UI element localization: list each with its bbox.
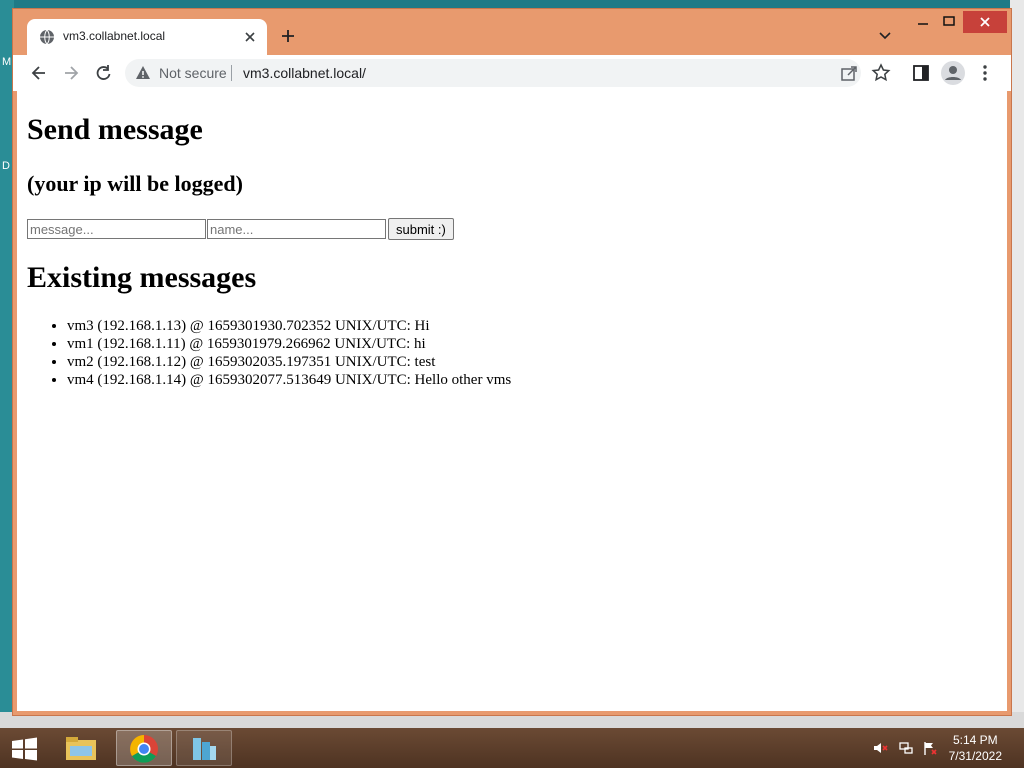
- back-arrow-icon[interactable]: [29, 63, 49, 83]
- forward-arrow-icon[interactable]: [61, 63, 81, 83]
- file-explorer-taskbar-button[interactable]: [54, 730, 110, 766]
- list-item: vm3 (192.168.1.13) @ 1659301930.702352 U…: [67, 317, 511, 335]
- file-explorer-icon: [66, 737, 96, 760]
- message-form: submit :): [27, 218, 454, 240]
- windows-start-icon[interactable]: [8, 736, 40, 762]
- action-center-flag-icon[interactable]: [922, 740, 938, 756]
- messages-heading: Existing messages: [27, 261, 257, 294]
- desktop-background-right: [1010, 0, 1024, 728]
- browser-window: vm3.collabnet.local Not secure vm3.colla…: [12, 8, 1012, 716]
- list-item: vm4 (192.168.1.14) @ 1659302077.513649 U…: [67, 371, 511, 389]
- tab-title: vm3.collabnet.local: [63, 29, 166, 43]
- desktop-icon-label-m[interactable]: M: [2, 56, 11, 68]
- address-bar[interactable]: Not secure vm3.collabnet.local/: [125, 59, 861, 87]
- share-icon[interactable]: [839, 63, 859, 83]
- title-bar[interactable]: vm3.collabnet.local: [13, 9, 1011, 55]
- speaker-muted-icon[interactable]: [872, 740, 888, 756]
- clock-date: 7/31/2022: [948, 749, 1002, 763]
- desktop-icon-label-d[interactable]: D: [2, 160, 10, 172]
- submit-button[interactable]: submit :): [388, 218, 454, 240]
- network-icon[interactable]: [898, 740, 914, 756]
- messages-list: vm3 (192.168.1.13) @ 1659301930.702352 U…: [27, 317, 511, 389]
- name-input[interactable]: [207, 219, 386, 239]
- globe-icon: [40, 29, 54, 45]
- plus-icon[interactable]: [279, 27, 297, 45]
- omnibox-divider: [231, 65, 232, 81]
- page-subtitle: (your ip will be logged): [27, 171, 243, 196]
- list-item: vm1 (192.168.1.11) @ 1659301979.266962 U…: [67, 335, 511, 353]
- browser-tab[interactable]: vm3.collabnet.local: [27, 19, 267, 55]
- star-icon[interactable]: [871, 63, 891, 83]
- taskbar: 5:14 PM 7/31/2022: [0, 728, 1024, 768]
- system-clock[interactable]: 5:14 PM 7/31/2022: [949, 732, 1002, 764]
- close-icon[interactable]: [241, 28, 259, 46]
- sidepanel-icon[interactable]: [911, 63, 931, 83]
- reload-icon[interactable]: [93, 63, 113, 83]
- maximize-icon[interactable]: [937, 11, 961, 33]
- warning-icon[interactable]: [135, 65, 151, 81]
- clock-time: 5:14 PM: [952, 733, 998, 747]
- url-text[interactable]: vm3.collabnet.local/: [243, 65, 366, 81]
- message-input[interactable]: [27, 219, 206, 239]
- network-app-taskbar-button[interactable]: [176, 730, 232, 766]
- page-content: Send message (your ip will be logged) su…: [17, 91, 1007, 711]
- chrome-icon: [130, 735, 158, 763]
- browser-toolbar: Not secure vm3.collabnet.local/: [13, 55, 1011, 91]
- list-item: vm2 (192.168.1.12) @ 1659302035.197351 U…: [67, 353, 511, 371]
- page-title: Send message: [27, 113, 203, 146]
- window-close-icon[interactable]: [963, 11, 1007, 33]
- kebab-menu-icon[interactable]: [975, 63, 995, 83]
- network-app-icon: [193, 738, 216, 760]
- chrome-taskbar-button[interactable]: [116, 730, 172, 766]
- chevron-down-icon[interactable]: [877, 27, 893, 43]
- profile-icon[interactable]: [941, 61, 965, 85]
- security-status[interactable]: Not secure: [159, 65, 227, 81]
